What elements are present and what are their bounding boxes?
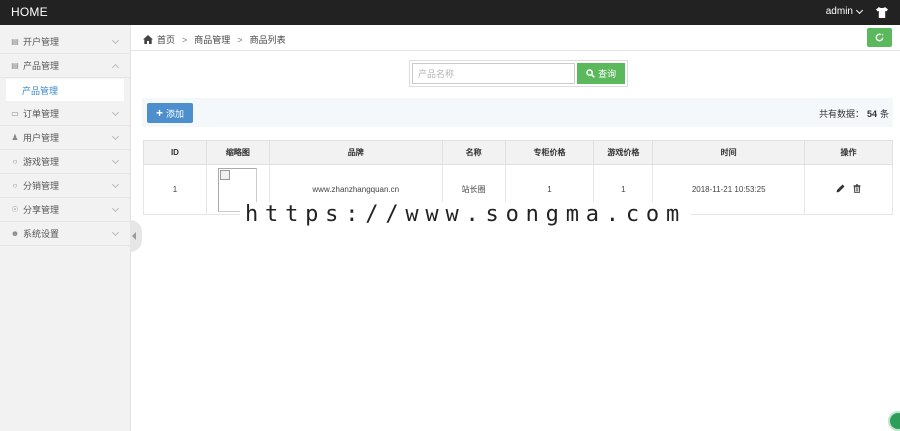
sidebar-item-label: 系统设置 <box>23 229 60 239</box>
table-header-row: ID 缩略图 品牌 名称 专柜价格 游戏价格 时间 操作 <box>143 140 893 165</box>
watermark-text: https://www.songma.com <box>240 202 691 227</box>
column-header[interactable]: 品牌 <box>268 140 443 165</box>
edit-icon[interactable] <box>836 184 845 193</box>
add-button[interactable]: + 添加 <box>147 103 193 123</box>
sidebar-item-label: 分享管理 <box>23 205 60 215</box>
cell-actions <box>804 164 893 215</box>
chevron-down-icon <box>111 228 120 237</box>
search-button[interactable]: 查询 <box>577 63 625 84</box>
user-dropdown[interactable]: admin <box>825 6 864 17</box>
chat-icon: ○ <box>12 156 18 166</box>
shirt-icon[interactable] <box>876 7 888 18</box>
breadcrumb-bar: 首页 > 商品管理 > 商品列表 <box>131 25 900 51</box>
chevron-down-icon <box>111 36 120 45</box>
column-header[interactable]: 操作 <box>804 140 893 165</box>
sidebar-item-label: 游戏管理 <box>23 157 60 167</box>
breadcrumb: 首页 > 商品管理 > 商品列表 <box>143 33 286 46</box>
add-button-label: 添加 <box>166 108 185 119</box>
chevron-down-icon <box>111 108 120 117</box>
home-icon <box>143 35 153 44</box>
breadcrumb-home[interactable]: 首页 <box>157 33 175 46</box>
chevron-up-icon <box>111 63 120 72</box>
sidebar-item-label: 分销管理 <box>23 181 60 191</box>
share-icon: ☉ <box>11 204 19 214</box>
sidebar-collapse-toggle[interactable] <box>130 220 142 252</box>
total-count: 共有数据： 54 条 <box>819 107 889 120</box>
chevron-down-icon <box>111 156 120 165</box>
sidebar-item-label: 订单管理 <box>23 109 60 119</box>
trash-icon[interactable] <box>853 184 861 193</box>
breadcrumb-separator: > <box>237 34 243 45</box>
sidebar-item-products[interactable]: ▤ 产品管理 <box>0 54 130 78</box>
sidebar-item-settings[interactable]: ☻ 系统设置 <box>0 222 130 246</box>
breadcrumb-current: 商品列表 <box>249 35 286 45</box>
chevron-down-icon <box>111 132 120 141</box>
column-header[interactable]: 专柜价格 <box>504 140 595 165</box>
cell-id: 1 <box>143 164 207 215</box>
chat-icon: ○ <box>12 180 18 190</box>
column-header[interactable]: 缩略图 <box>205 140 270 165</box>
chevron-down-icon <box>855 6 864 14</box>
total-label: 共有数据： <box>818 109 864 119</box>
sidebar-item-label: 开户管理 <box>23 37 60 47</box>
column-header[interactable]: 时间 <box>652 140 806 165</box>
refresh-button[interactable] <box>867 28 892 47</box>
total-unit: 条 <box>879 109 889 119</box>
help-icon[interactable] <box>888 411 900 431</box>
sidebar: ▤ 开户管理 ▤ 产品管理 产品管理 ▭ 订单管理 ♟ 用户管理 ○ 游戏管理 … <box>0 25 131 431</box>
search-icon <box>586 69 595 78</box>
column-header[interactable]: ID <box>143 140 207 165</box>
total-value: 54 <box>866 109 877 119</box>
plus-icon: + <box>155 106 163 120</box>
user-icon: ♟ <box>11 132 19 142</box>
table-toolbar: + 添加 共有数据： 54 条 <box>142 98 893 127</box>
sidebar-item-account[interactable]: ▤ 开户管理 <box>0 30 130 54</box>
sidebar-item-games[interactable]: ○ 游戏管理 <box>0 150 130 174</box>
column-header[interactable]: 游戏价格 <box>593 140 654 165</box>
refresh-icon <box>875 33 884 42</box>
brand-home-link[interactable]: HOME <box>11 5 48 19</box>
search-input[interactable] <box>412 63 576 84</box>
list-icon: ▤ <box>11 36 19 46</box>
sidebar-item-label: 用户管理 <box>23 133 60 143</box>
sidebar-item-label: 产品管理 <box>23 61 60 71</box>
sidebar-item-distribution[interactable]: ○ 分销管理 <box>0 174 130 198</box>
sidebar-subitem-products[interactable]: 产品管理 <box>6 79 124 101</box>
sidebar-item-share[interactable]: ☉ 分享管理 <box>0 198 130 222</box>
chevron-down-icon <box>111 180 120 189</box>
sidebar-item-orders[interactable]: ▭ 订单管理 <box>0 102 130 126</box>
sidebar-item-users[interactable]: ♟ 用户管理 <box>0 126 130 150</box>
search-form: 查询 <box>409 60 628 87</box>
breadcrumb-separator: > <box>182 34 188 45</box>
search-button-label: 查询 <box>598 69 617 79</box>
list-icon: ▤ <box>11 60 19 70</box>
column-header[interactable]: 名称 <box>441 140 506 165</box>
chevron-down-icon <box>111 204 120 213</box>
user-name: admin <box>825 6 853 17</box>
card-icon: ▭ <box>11 108 19 118</box>
person-icon: ☻ <box>10 228 20 238</box>
top-navbar: HOME admin <box>0 0 900 25</box>
breadcrumb-level2[interactable]: 商品管理 <box>194 33 230 46</box>
